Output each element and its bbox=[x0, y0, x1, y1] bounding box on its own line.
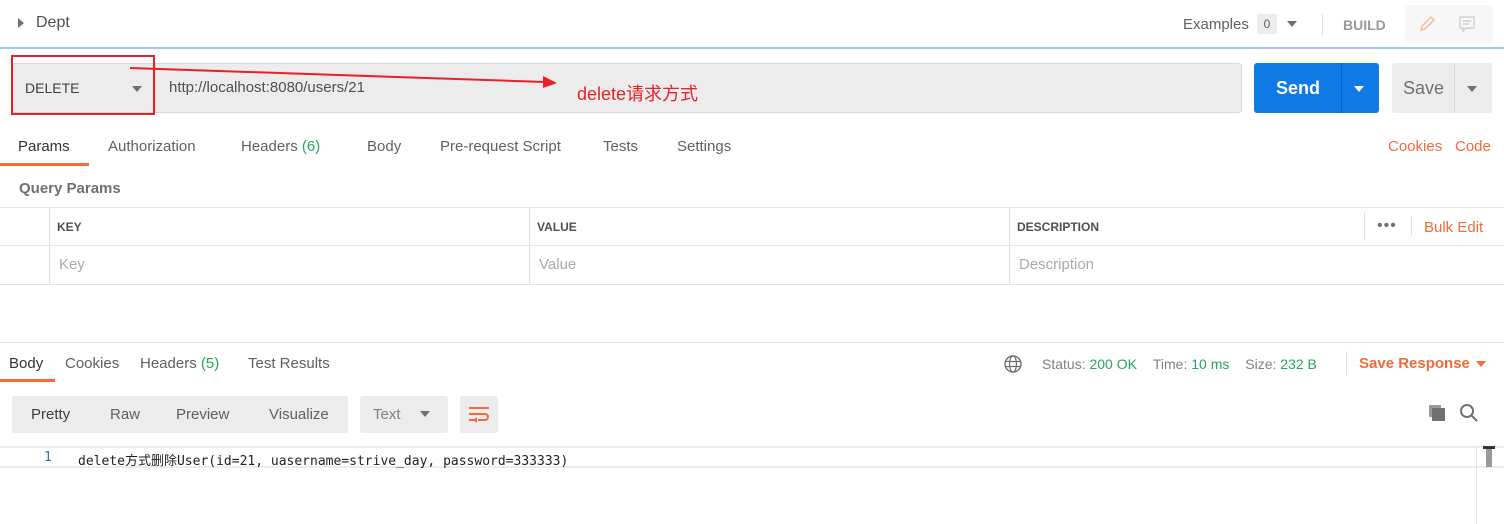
save-response-dropdown-icon[interactable] bbox=[1476, 361, 1486, 367]
column-description: DESCRIPTION bbox=[1017, 220, 1100, 234]
view-preview[interactable]: Preview bbox=[176, 406, 229, 423]
wrap-lines-button[interactable] bbox=[460, 396, 498, 433]
time-label: Time: bbox=[1152, 356, 1188, 372]
save-dropdown-icon[interactable] bbox=[1467, 86, 1477, 92]
build-button[interactable]: BUILD bbox=[1343, 17, 1386, 33]
active-tab-indicator bbox=[0, 163, 89, 166]
tab-settings[interactable]: Settings bbox=[677, 138, 731, 155]
examples-label[interactable]: Examples bbox=[1183, 16, 1249, 33]
code-link[interactable]: Code bbox=[1455, 138, 1491, 155]
examples-count: 0 bbox=[1257, 14, 1277, 34]
divider bbox=[0, 342, 1504, 343]
view-raw[interactable]: Raw bbox=[110, 406, 140, 423]
value-input[interactable]: Value bbox=[539, 256, 576, 273]
cookies-link[interactable]: Cookies bbox=[1388, 138, 1442, 155]
status-label: Status: bbox=[1042, 356, 1086, 372]
divider bbox=[529, 207, 530, 284]
headers-count: (5) bbox=[200, 355, 220, 372]
divider bbox=[1454, 63, 1455, 113]
more-options-icon[interactable]: ••• bbox=[1377, 217, 1397, 235]
time-value: 10 ms bbox=[1191, 356, 1230, 372]
tab-headers[interactable]: Headers (6) bbox=[241, 138, 320, 155]
search-icon[interactable] bbox=[1459, 403, 1479, 423]
divider bbox=[0, 245, 1504, 246]
divider bbox=[1341, 63, 1342, 113]
response-tab-cookies[interactable]: Cookies bbox=[65, 355, 119, 372]
examples-dropdown-icon[interactable] bbox=[1287, 21, 1297, 27]
divider bbox=[0, 284, 1504, 285]
headers-count: (6) bbox=[301, 138, 321, 155]
divider bbox=[1346, 351, 1347, 375]
bulk-edit-link[interactable]: Bulk Edit bbox=[1424, 219, 1483, 236]
request-title[interactable]: Dept bbox=[36, 14, 70, 32]
response-tab-test-results[interactable]: Test Results bbox=[248, 355, 330, 372]
description-input[interactable]: Description bbox=[1019, 256, 1094, 273]
request-header-bar bbox=[0, 0, 1504, 49]
response-meta: Status: 200 OK Time: 10 ms Size: 232 B bbox=[1042, 356, 1317, 372]
line-number: 1 bbox=[44, 450, 52, 465]
divider bbox=[1009, 207, 1010, 284]
column-key: KEY bbox=[57, 220, 82, 234]
comment-icon[interactable] bbox=[1457, 14, 1477, 34]
tab-label: Headers bbox=[140, 355, 197, 372]
format-dropdown-icon[interactable] bbox=[420, 411, 430, 417]
annotation-arrow bbox=[129, 67, 557, 88]
size-value: 232 B bbox=[1280, 356, 1317, 372]
tab-authorization[interactable]: Authorization bbox=[108, 138, 196, 155]
globe-icon[interactable] bbox=[1003, 354, 1023, 374]
size-label: Size: bbox=[1245, 356, 1277, 372]
wrap-icon bbox=[469, 407, 489, 423]
code-line[interactable]: delete方式删除User(id=21, uasername=strive_d… bbox=[78, 450, 568, 469]
divider bbox=[0, 207, 1504, 208]
copy-icon[interactable] bbox=[1427, 403, 1447, 423]
response-tab-body[interactable]: Body bbox=[9, 355, 43, 372]
tab-body[interactable]: Body bbox=[367, 138, 401, 155]
format-value: Text bbox=[373, 406, 401, 423]
view-visualize[interactable]: Visualize bbox=[269, 406, 329, 423]
pencil-icon[interactable] bbox=[1417, 14, 1437, 34]
annotation-text: delete请求方式 bbox=[577, 84, 699, 104]
divider bbox=[1411, 216, 1412, 236]
tab-label: Headers bbox=[241, 138, 298, 155]
caret-right-icon[interactable] bbox=[18, 18, 24, 28]
tab-tests[interactable]: Tests bbox=[603, 138, 638, 155]
save-label[interactable]: Save bbox=[1403, 78, 1444, 99]
divider bbox=[49, 207, 50, 284]
view-pretty[interactable]: Pretty bbox=[31, 406, 70, 423]
response-tab-headers[interactable]: Headers (5) bbox=[140, 355, 219, 372]
column-value: VALUE bbox=[537, 220, 577, 234]
send-label[interactable]: Send bbox=[1276, 78, 1320, 99]
save-response-button[interactable]: Save Response bbox=[1359, 355, 1470, 372]
mode-toggle bbox=[1405, 5, 1493, 43]
active-tab-indicator bbox=[0, 379, 55, 382]
status-value: 200 OK bbox=[1089, 356, 1137, 372]
tab-params[interactable]: Params bbox=[18, 138, 70, 155]
divider bbox=[1364, 212, 1365, 240]
key-input[interactable]: Key bbox=[59, 256, 85, 273]
send-dropdown-icon[interactable] bbox=[1354, 86, 1364, 92]
scrollbar[interactable] bbox=[1476, 446, 1504, 524]
tab-pre-request-script[interactable]: Pre-request Script bbox=[440, 138, 561, 155]
query-params-title: Query Params bbox=[19, 180, 121, 197]
divider bbox=[1322, 14, 1323, 36]
